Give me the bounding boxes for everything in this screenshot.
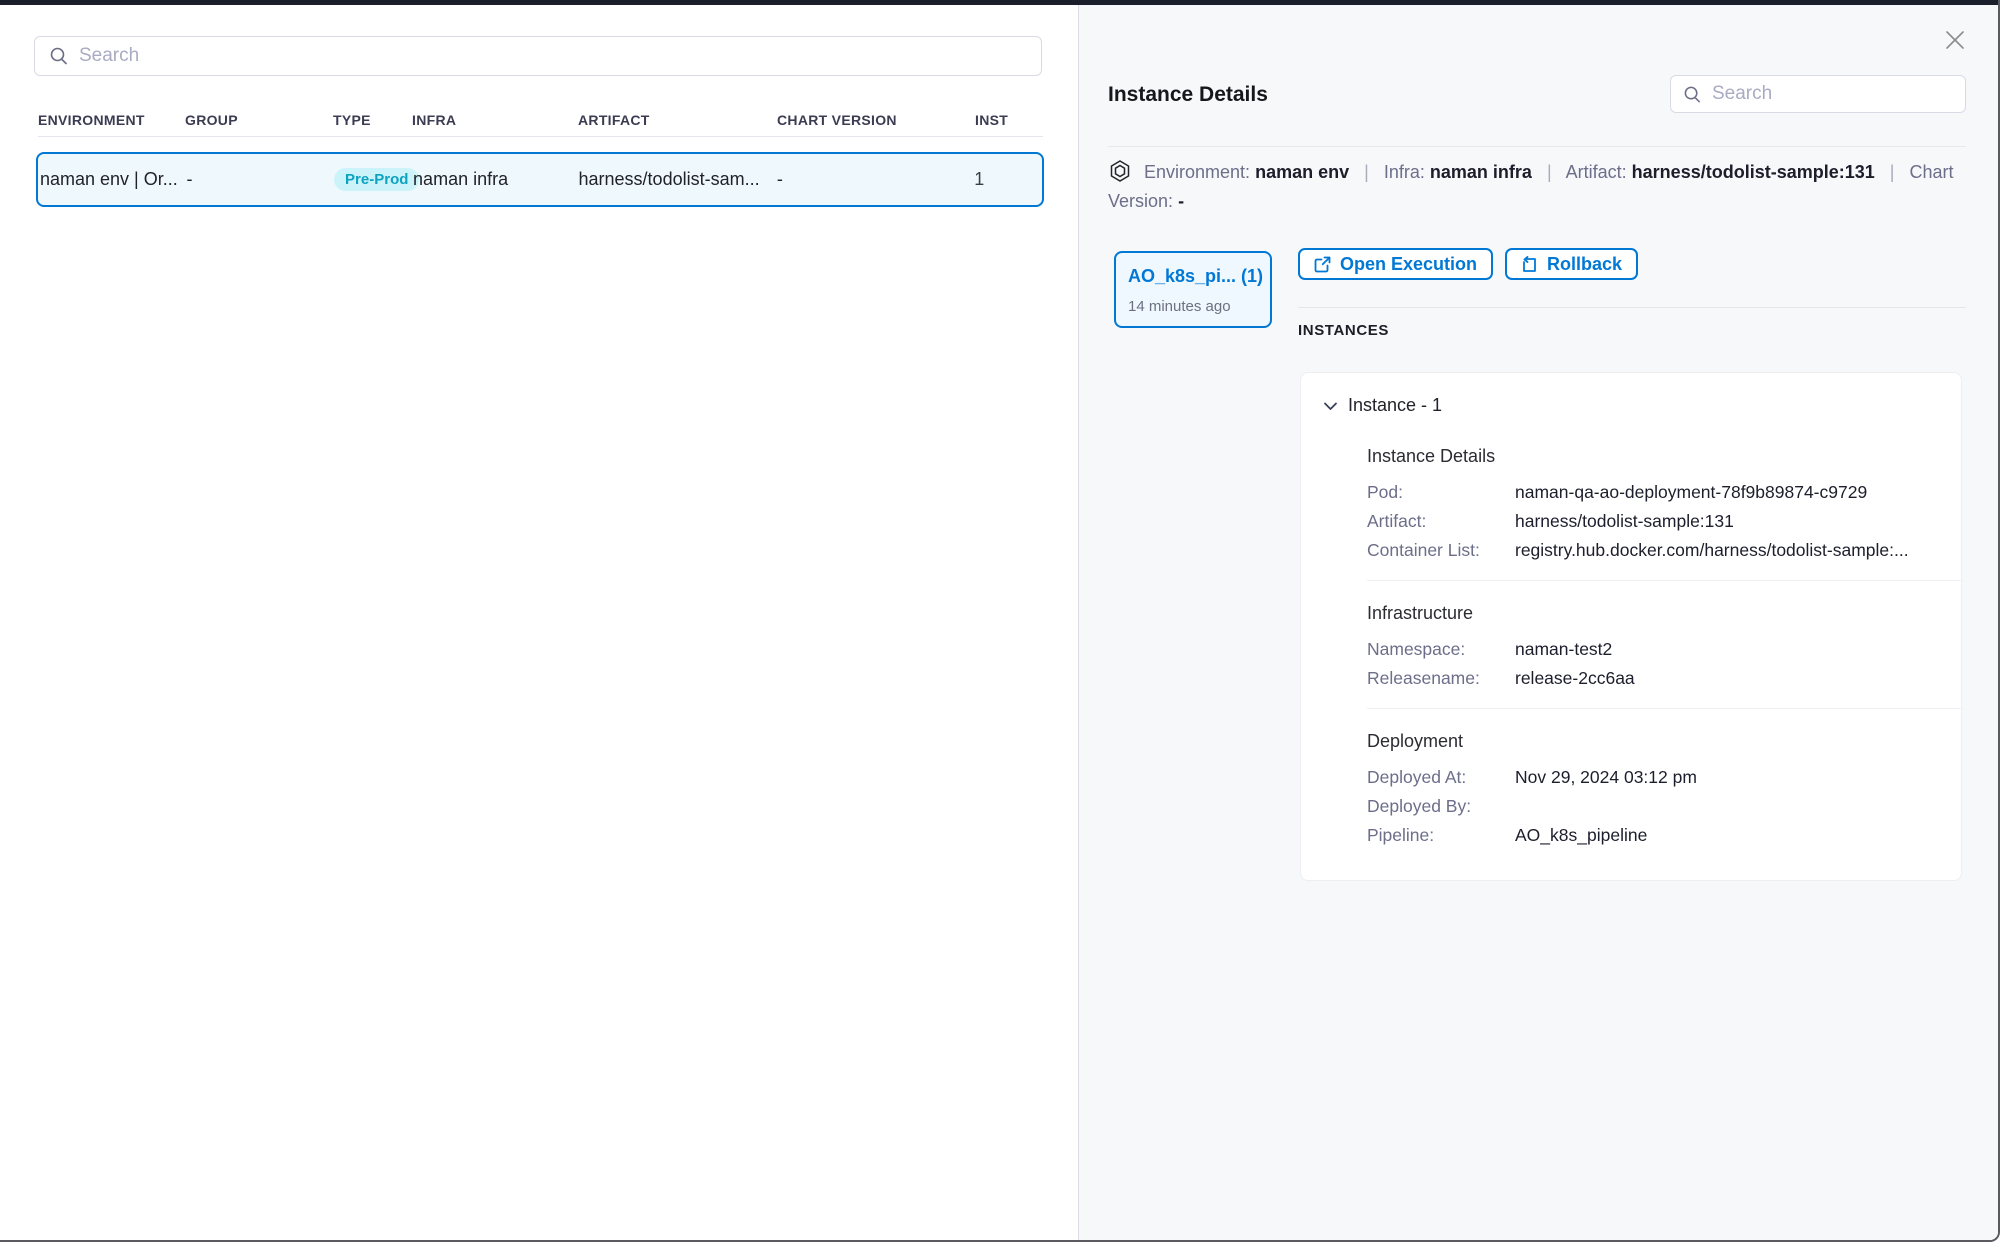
table-row[interactable]: naman env | Or... - Pre-Prod naman infra…	[36, 152, 1044, 207]
instances-heading: INSTANCES	[1298, 322, 1389, 339]
infra-label: Infra:	[1384, 162, 1425, 182]
col-header-type: TYPE	[333, 112, 412, 128]
environment-icon	[1108, 159, 1132, 183]
artifact-value: harness/todolist-sample:131	[1515, 511, 1734, 531]
search-icon	[1683, 85, 1702, 104]
infra-value: naman infra	[1430, 162, 1532, 182]
close-icon[interactable]	[1941, 26, 1969, 54]
environment-value: naman env	[1255, 162, 1349, 182]
artifact-row: Artifact: harness/todolist-sample:131	[1367, 511, 1937, 531]
pre-prod-badge: Pre-Prod	[334, 168, 419, 191]
namespace-label: Namespace:	[1367, 639, 1515, 659]
container-list-value: registry.hub.docker.com/harness/todolist…	[1515, 540, 1909, 560]
external-link-icon	[1314, 256, 1331, 273]
table-header-divider	[38, 136, 1043, 137]
panel-search-box[interactable]	[1670, 75, 1966, 113]
rollback-label: Rollback	[1547, 254, 1622, 275]
table-header-row: ENVIRONMENT GROUP TYPE INFRA ARTIFACT CH…	[38, 112, 1044, 128]
search-input[interactable]	[79, 45, 1027, 67]
namespace-value: naman-test2	[1515, 639, 1612, 659]
open-execution-label: Open Execution	[1340, 254, 1477, 275]
section-divider	[1367, 708, 1963, 709]
deployed-at-label: Deployed At:	[1367, 767, 1515, 787]
open-execution-button[interactable]: Open Execution	[1298, 248, 1493, 280]
section-divider	[1367, 580, 1963, 581]
pipeline-card-name: AO_k8s_pi... (1)	[1128, 266, 1258, 287]
panel-search-input[interactable]	[1712, 83, 1957, 105]
releasename-row: Releasename: release-2cc6aa	[1367, 668, 1937, 688]
rollback-button[interactable]: Rollback	[1505, 248, 1638, 280]
panel-title: Instance Details	[1108, 83, 1268, 107]
pipeline-card-time: 14 minutes ago	[1128, 298, 1258, 315]
cell-inst: 1	[974, 169, 1042, 190]
container-list-row: Container List: registry.hub.docker.com/…	[1367, 540, 1937, 560]
deployed-at-value: Nov 29, 2024 03:12 pm	[1515, 767, 1697, 787]
cell-environment: naman env | Or...	[40, 169, 187, 190]
instance-card: Instance - 1 Instance Details Pod: naman…	[1300, 372, 1962, 881]
deployment-heading: Deployment	[1367, 731, 1937, 752]
col-header-infra: INFRA	[412, 112, 578, 128]
instance-details-panel: Instance Details Environment: naman env …	[1079, 5, 2000, 1242]
deployed-by-label: Deployed By:	[1367, 796, 1515, 816]
deployment-summary: Environment: naman env | Infra: naman in…	[1108, 158, 1956, 216]
col-header-artifact: ARTIFACT	[578, 112, 777, 128]
cell-infra: naman infra	[413, 169, 578, 190]
artifact-value: harness/todolist-sample:131	[1632, 162, 1875, 182]
instances-divider	[1298, 307, 1966, 308]
pipeline-execution-card[interactable]: AO_k8s_pi... (1) 14 minutes ago	[1114, 251, 1272, 328]
col-header-group: GROUP	[185, 112, 333, 128]
namespace-row: Namespace: naman-test2	[1367, 639, 1937, 659]
instance-body: Instance Details Pod: naman-qa-ao-deploy…	[1367, 446, 1937, 845]
releasename-value: release-2cc6aa	[1515, 668, 1635, 688]
pod-value: naman-qa-ao-deployment-78f9b89874-c9729	[1515, 482, 1867, 502]
action-buttons: Open Execution Rollback	[1298, 248, 1638, 280]
environments-table-pane: ENVIRONMENT GROUP TYPE INFRA ARTIFACT CH…	[0, 5, 1078, 1242]
instance-accordion-header[interactable]: Instance - 1	[1323, 395, 1937, 416]
table-search-box[interactable]	[34, 36, 1042, 76]
artifact-label: Artifact:	[1566, 162, 1627, 182]
pipeline-row: Pipeline: AO_k8s_pipeline	[1367, 825, 1937, 845]
search-icon	[49, 46, 69, 66]
col-header-environment: ENVIRONMENT	[38, 112, 185, 128]
panel-header-divider	[1108, 146, 1966, 147]
pod-label: Pod:	[1367, 482, 1515, 502]
environment-label: Environment:	[1144, 162, 1250, 182]
rollback-icon	[1521, 256, 1538, 273]
cell-artifact: harness/todolist-sam...	[579, 169, 777, 190]
chevron-down-icon	[1323, 401, 1338, 411]
app-window: ENVIRONMENT GROUP TYPE INFRA ARTIFACT CH…	[0, 0, 2000, 1242]
cell-chart-version: -	[777, 169, 974, 190]
separator: |	[1364, 162, 1369, 182]
cell-type: Pre-Prod	[334, 168, 413, 191]
cell-group: -	[187, 169, 335, 190]
pod-row: Pod: naman-qa-ao-deployment-78f9b89874-c…	[1367, 482, 1937, 502]
infrastructure-heading: Infrastructure	[1367, 603, 1937, 624]
col-header-inst: INST	[975, 112, 1043, 128]
col-header-chart-version: CHART VERSION	[777, 112, 975, 128]
pipeline-value: AO_k8s_pipeline	[1515, 825, 1647, 845]
instance-details-heading: Instance Details	[1367, 446, 1937, 467]
artifact-label: Artifact:	[1367, 511, 1515, 531]
separator: |	[1547, 162, 1552, 182]
pipeline-label: Pipeline:	[1367, 825, 1515, 845]
chart-version-value: -	[1178, 191, 1184, 211]
deployed-by-row: Deployed By:	[1367, 796, 1937, 816]
container-list-label: Container List:	[1367, 540, 1515, 560]
separator: |	[1890, 162, 1895, 182]
releasename-label: Releasename:	[1367, 668, 1515, 688]
deployed-at-row: Deployed At: Nov 29, 2024 03:12 pm	[1367, 767, 1937, 787]
instance-title: Instance - 1	[1348, 395, 1442, 416]
